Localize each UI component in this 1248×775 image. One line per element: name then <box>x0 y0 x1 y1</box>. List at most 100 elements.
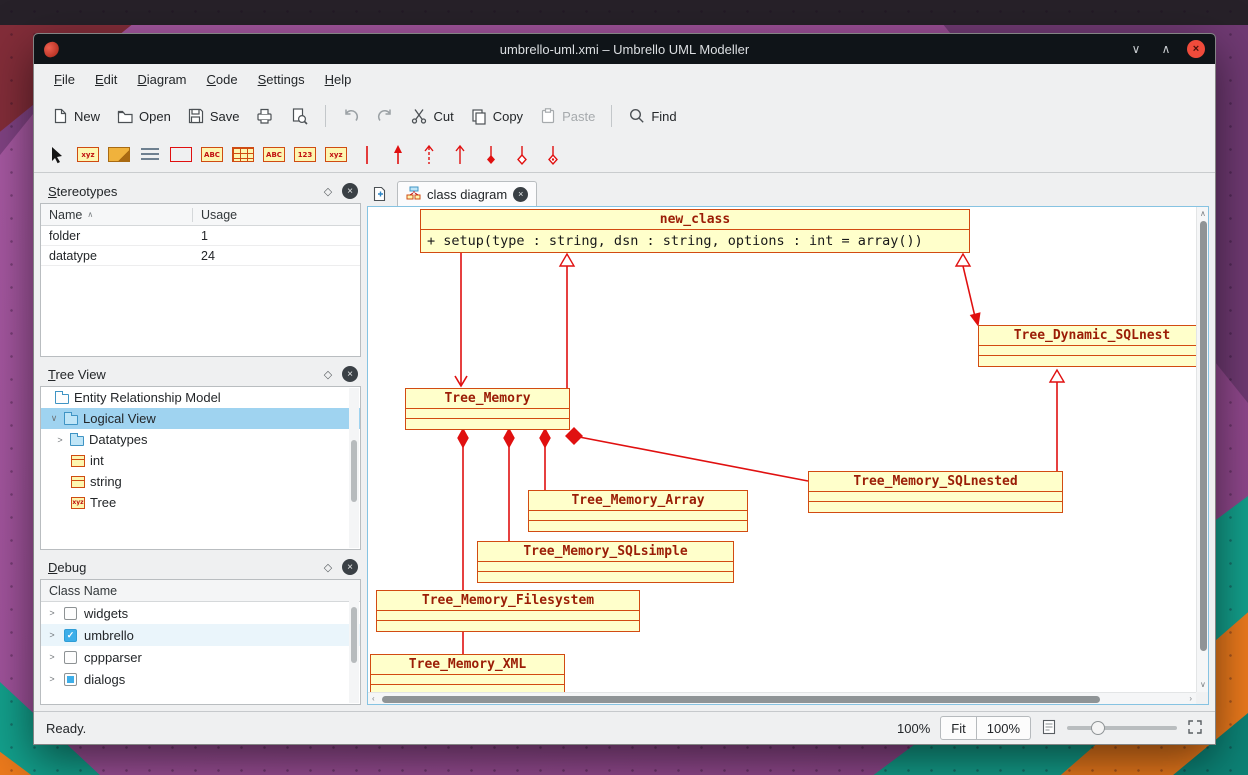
dock-close-button[interactable]: × <box>342 183 358 199</box>
close-button[interactable]: × <box>1187 40 1205 58</box>
menu-settings[interactable]: Settings <box>248 67 315 92</box>
zoom-slider[interactable] <box>1067 726 1177 730</box>
table-header-row[interactable]: Name∧ Usage <box>41 204 360 226</box>
find-button[interactable]: Find <box>621 102 683 130</box>
entity-tool[interactable]: xyz <box>325 143 347 167</box>
save-button[interactable]: Save <box>180 102 247 130</box>
collapse-icon[interactable]: ∨ <box>49 413 59 424</box>
dependency-tool[interactable] <box>418 143 440 167</box>
scroll-down-icon[interactable]: ∨ <box>1200 681 1206 689</box>
uml-class-tree-memory-array[interactable]: Tree_Memory_Array <box>528 490 748 532</box>
toolbar-separator <box>611 105 612 127</box>
menu-diagram[interactable]: Diagram <box>127 67 196 92</box>
fullscreen-icon[interactable] <box>1187 719 1203 738</box>
debug-scrollbar[interactable] <box>349 581 359 703</box>
expand-icon[interactable]: > <box>47 608 57 618</box>
dock-float-button[interactable]: ◇ <box>320 366 336 382</box>
package-tool[interactable] <box>108 143 130 167</box>
open-button[interactable]: Open <box>109 102 178 130</box>
uml-class-new_class[interactable]: new_class + setup(type : string, dsn : s… <box>420 209 970 253</box>
select-tool[interactable] <box>46 143 68 167</box>
debug-item-widgets[interactable]: > widgets <box>41 602 360 624</box>
uml-class-tree-memory-sqlsimple[interactable]: Tree_Memory_SQLsimple <box>477 541 734 583</box>
paste-button[interactable]: Paste <box>532 102 602 130</box>
aggregation-tool[interactable] <box>511 143 533 167</box>
note-tool[interactable] <box>139 143 161 167</box>
uml-class-tree-memory[interactable]: Tree_Memory <box>405 388 570 430</box>
undo-icon <box>342 107 360 125</box>
uml-class-tree-memory-sqlnested[interactable]: Tree_Memory_SQLnested <box>808 471 1063 513</box>
table-row[interactable]: folder 1 <box>41 226 360 246</box>
maximize-button[interactable]: ∧ <box>1157 40 1175 58</box>
print-preview-button[interactable] <box>283 102 316 130</box>
scrollbar-thumb[interactable] <box>382 696 1100 703</box>
zoom-slider-knob[interactable] <box>1091 721 1105 735</box>
scrollbar-thumb[interactable] <box>351 440 357 502</box>
expand-icon[interactable]: > <box>55 435 65 445</box>
tree-item-entity-relationship-model[interactable]: Entity Relationship Model <box>41 387 360 408</box>
box-tool[interactable] <box>170 143 192 167</box>
enum-tool[interactable]: 123 <box>294 143 316 167</box>
dock-float-button[interactable]: ◇ <box>320 559 336 575</box>
object-tool[interactable]: xyz <box>77 143 99 167</box>
redo-button[interactable] <box>369 102 401 130</box>
new-button[interactable]: New <box>44 102 107 130</box>
print-button[interactable] <box>248 102 281 130</box>
association-tool[interactable] <box>387 143 409 167</box>
scroll-right-icon[interactable]: › <box>1189 695 1192 703</box>
checkbox-unchecked[interactable] <box>64 607 77 620</box>
tree-item-int[interactable]: int <box>41 450 360 471</box>
menu-help[interactable]: Help <box>315 67 362 92</box>
fit-page-icon[interactable] <box>1041 719 1057 738</box>
diagram-canvas[interactable]: new_class + setup(type : string, dsn : s… <box>368 207 1196 692</box>
cut-button[interactable]: Cut <box>403 102 460 130</box>
table-row[interactable]: datatype 24 <box>41 246 360 266</box>
debug-item-dialogs[interactable]: > dialogs <box>41 668 360 690</box>
copy-button[interactable]: Copy <box>463 102 530 130</box>
uml-class-tree-memory-xml[interactable]: Tree_Memory_XML <box>370 654 565 692</box>
scroll-left-icon[interactable]: ‹ <box>372 695 375 703</box>
tree-scrollbar[interactable] <box>349 388 359 548</box>
tree-item-tree[interactable]: xyz Tree <box>41 492 360 513</box>
text-tool[interactable]: ABC <box>201 143 223 167</box>
titlebar[interactable]: umbrello-uml.xmi – Umbrello UML Modeller… <box>34 34 1215 64</box>
checkbox-partial[interactable] <box>64 673 77 686</box>
checkbox-unchecked[interactable] <box>64 651 77 664</box>
expand-icon[interactable]: > <box>47 652 57 662</box>
tree-item-datatypes[interactable]: > Datatypes <box>41 429 360 450</box>
dock-float-button[interactable]: ◇ <box>320 183 336 199</box>
zoom-100-button[interactable]: 100% <box>977 716 1031 740</box>
new-tab-button[interactable] <box>368 183 390 205</box>
uml-class-tree-dynamic-sqlnested[interactable]: Tree_Dynamic_SQLnest <box>978 325 1196 367</box>
canvas-horizontal-scrollbar[interactable]: ‹ › <box>368 692 1196 704</box>
expand-icon[interactable]: > <box>47 630 57 640</box>
checkbox-checked[interactable]: ✓ <box>64 629 77 642</box>
expand-icon[interactable]: > <box>47 674 57 684</box>
containment-tool[interactable] <box>542 143 564 167</box>
uml-class-tree-memory-filesystem[interactable]: Tree_Memory_Filesystem <box>376 590 640 632</box>
tree-item-logical-view[interactable]: ∨ Logical View <box>41 408 360 429</box>
zoom-fit-button[interactable]: Fit <box>940 716 976 740</box>
scrollbar-thumb[interactable] <box>1200 221 1207 651</box>
menu-code[interactable]: Code <box>197 67 248 92</box>
generalization-tool[interactable] <box>449 143 471 167</box>
dock-close-button[interactable]: × <box>342 366 358 382</box>
debug-item-cppparser[interactable]: > cppparser <box>41 646 360 668</box>
undo-button[interactable] <box>335 102 367 130</box>
canvas-vertical-scrollbar[interactable]: ∧ ∨ <box>1196 207 1208 692</box>
scrollbar-thumb[interactable] <box>351 607 357 663</box>
class-tool[interactable] <box>232 143 254 167</box>
scroll-up-icon[interactable]: ∧ <box>1200 210 1206 218</box>
shade-button[interactable]: ∨ <box>1127 40 1145 58</box>
line-tool[interactable] <box>356 143 378 167</box>
menu-edit[interactable]: Edit <box>85 67 127 92</box>
dock-close-button[interactable]: × <box>342 559 358 575</box>
main-toolbar: New Open Save Cut Copy <box>34 95 1215 137</box>
tab-class-diagram[interactable]: class diagram × <box>397 181 537 206</box>
composition-tool[interactable] <box>480 143 502 167</box>
debug-item-umbrello[interactable]: > ✓ umbrello <box>41 624 360 646</box>
tree-item-string[interactable]: string <box>41 471 360 492</box>
datatype-tool[interactable]: ABC <box>263 143 285 167</box>
menu-file[interactable]: File <box>44 67 85 92</box>
tab-close-icon[interactable]: × <box>513 187 528 202</box>
